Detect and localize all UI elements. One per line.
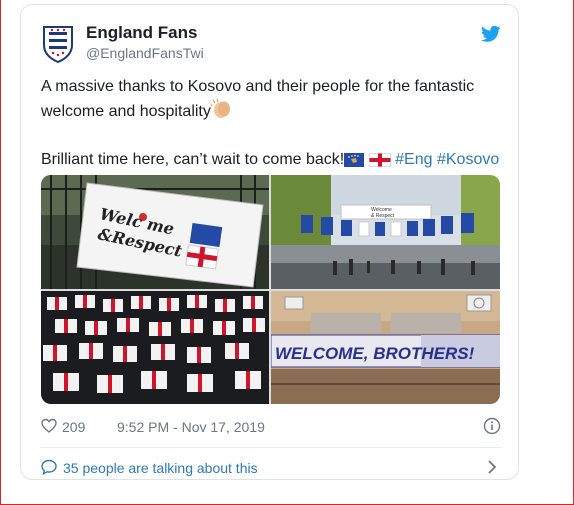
hashtag-eng[interactable]: #Eng bbox=[395, 151, 432, 168]
photo-fence-banner[interactable]: Welc me &Respect bbox=[41, 175, 269, 289]
photo-balcony-banner[interactable]: WELCOME, BROTHERS! bbox=[271, 291, 500, 404]
tweet-header: England Fans @EnglandFansTwi bbox=[41, 21, 501, 65]
three-lions-crest-icon[interactable] bbox=[41, 25, 75, 63]
street-banner-line2: & Respect bbox=[371, 213, 395, 219]
hashtag-kosovo[interactable]: #Kosovo bbox=[437, 151, 499, 168]
tweet-text: A massive thanks to Kosovo and their peo… bbox=[41, 75, 503, 172]
photo-crowd-flags[interactable] bbox=[41, 291, 269, 404]
photo-street-flags[interactable]: Welcome & Respect bbox=[271, 175, 500, 289]
divider bbox=[41, 447, 501, 448]
speech-bubble-icon bbox=[41, 459, 57, 475]
england-flag-icon bbox=[368, 153, 391, 167]
chevron-right-icon[interactable] bbox=[485, 459, 499, 475]
clapping-hands-icon bbox=[210, 99, 230, 118]
tweet-line-2: welcome and hospitality bbox=[41, 103, 211, 120]
author-name[interactable]: England Fans bbox=[86, 23, 197, 43]
twitter-bird-icon[interactable] bbox=[481, 25, 501, 43]
heart-icon[interactable] bbox=[41, 418, 57, 434]
media-grid[interactable]: Welc me &Respect Welcome & Respect WELCO… bbox=[41, 175, 500, 404]
like-count[interactable]: 209 bbox=[62, 419, 85, 435]
balcony-banner-text: WELCOME, BROTHERS! bbox=[275, 344, 475, 363]
tweet-card[interactable]: England Fans @EnglandFansTwi A massive t… bbox=[20, 4, 519, 480]
tweet-meta: 209 9:52 PM - Nov 17, 2019 bbox=[41, 416, 503, 438]
info-icon[interactable] bbox=[483, 417, 501, 435]
tweet-line-1: A massive thanks to Kosovo and their peo… bbox=[41, 78, 475, 95]
kosovo-flag-icon bbox=[344, 153, 365, 167]
tweet-line-3: Brilliant time here, can’t wait to come … bbox=[41, 151, 345, 168]
author-handle[interactable]: @EnglandFansTwi bbox=[86, 45, 204, 61]
conversation-count[interactable]: 35 people are talking about this bbox=[63, 460, 258, 476]
conversation-link[interactable]: 35 people are talking about this bbox=[41, 457, 503, 479]
tweet-timestamp[interactable]: 9:52 PM - Nov 17, 2019 bbox=[117, 419, 265, 435]
